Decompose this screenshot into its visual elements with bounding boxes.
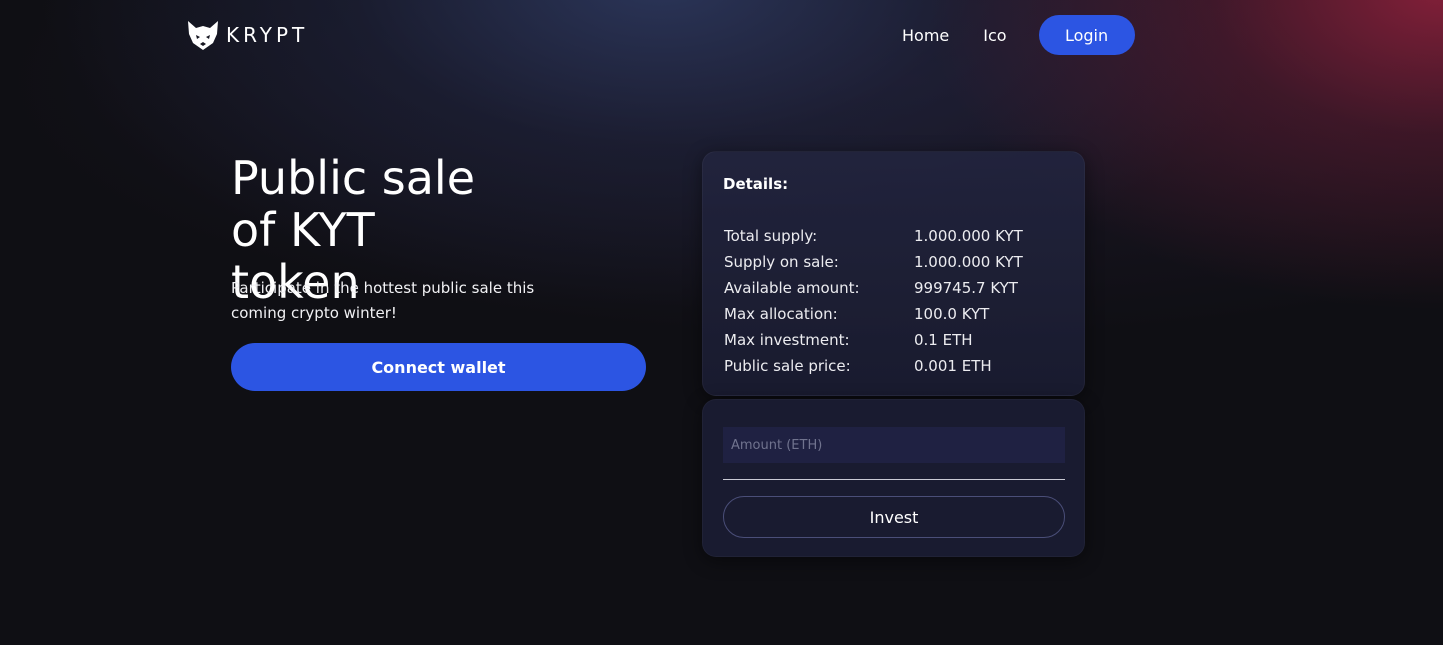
site-header: KRYPT Home Ico Login bbox=[0, 0, 1443, 70]
details-card: Details: Total supply: 1.000.000 KYT Sup… bbox=[702, 151, 1085, 396]
details-value: 1.000.000 KYT bbox=[914, 227, 1023, 245]
input-divider bbox=[723, 479, 1065, 480]
details-row-max-investment: Max investment: 0.1 ETH bbox=[724, 327, 1064, 353]
details-value: 1.000.000 KYT bbox=[914, 253, 1023, 271]
details-label: Max allocation: bbox=[724, 305, 838, 323]
details-label: Supply on sale: bbox=[724, 253, 839, 271]
details-label: Public sale price: bbox=[724, 357, 851, 375]
login-button[interactable]: Login bbox=[1038, 15, 1135, 55]
logo[interactable]: KRYPT bbox=[186, 18, 308, 52]
main-nav: Home Ico Login bbox=[890, 15, 1135, 55]
details-row-available-amount: Available amount: 999745.7 KYT bbox=[724, 275, 1064, 301]
hero-title-line1: Public sale bbox=[231, 151, 475, 205]
details-heading: Details: bbox=[723, 175, 789, 193]
details-value: 0.001 ETH bbox=[914, 357, 992, 375]
nav-home-link[interactable]: Home bbox=[902, 26, 949, 45]
details-label: Available amount: bbox=[724, 279, 860, 297]
details-label: Max investment: bbox=[724, 331, 850, 349]
logo-text: KRYPT bbox=[226, 23, 309, 47]
details-label: Total supply: bbox=[724, 227, 818, 245]
details-row-max-allocation: Max allocation: 100.0 KYT bbox=[724, 301, 1064, 327]
hero-subtitle: Participate in the hottest public sale t… bbox=[231, 279, 535, 322]
amount-eth-input[interactable] bbox=[723, 427, 1065, 463]
details-row-supply-on-sale: Supply on sale: 1.000.000 KYT bbox=[724, 249, 1064, 275]
details-value: 100.0 KYT bbox=[914, 305, 990, 323]
details-value: 999745.7 KYT bbox=[914, 279, 1018, 297]
fox-head-icon bbox=[188, 21, 218, 50]
nav-ico-link[interactable]: Ico bbox=[983, 26, 1006, 45]
details-row-total-supply: Total supply: 1.000.000 KYT bbox=[724, 223, 1064, 249]
details-list: Total supply: 1.000.000 KYT Supply on sa… bbox=[724, 223, 1064, 379]
invest-card: Invest bbox=[702, 399, 1085, 557]
details-row-public-sale-price: Public sale price: 0.001 ETH bbox=[724, 353, 1064, 379]
invest-button[interactable]: Invest bbox=[723, 496, 1065, 538]
connect-wallet-button[interactable]: Connect wallet bbox=[231, 343, 646, 391]
details-value: 0.1 ETH bbox=[914, 331, 973, 349]
